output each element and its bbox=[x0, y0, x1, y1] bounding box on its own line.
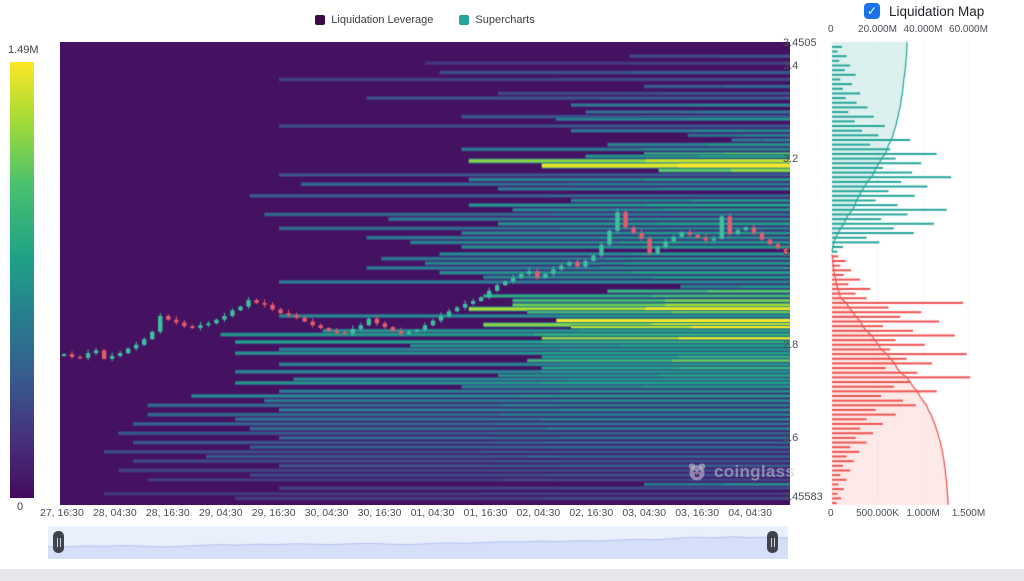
liquidation-map-axis-label: 500.000K bbox=[854, 508, 902, 519]
watermark-text: coinglass bbox=[714, 462, 795, 482]
price-tick-label: 2.8 bbox=[783, 339, 798, 351]
liquidation-heatmap-canvas[interactable] bbox=[60, 42, 790, 505]
supercharts-swatch-icon bbox=[459, 15, 469, 25]
liquidation-map-axis-label: 60.000M bbox=[945, 24, 993, 35]
time-axis: 27, 16:30 28, 04:30 28, 16:30 29, 04:30 29, … bbox=[40, 507, 772, 519]
colorbar-gradient bbox=[10, 62, 34, 498]
legend-item-supercharts[interactable]: Supercharts bbox=[459, 14, 534, 26]
liquidation-map-axis-label: 20.000M bbox=[854, 24, 902, 35]
legend-item-liquidation-leverage[interactable]: Liquidation Leverage bbox=[315, 14, 433, 26]
horizontal-scrollbar-track[interactable] bbox=[0, 569, 1024, 581]
legend-label: Liquidation Leverage bbox=[331, 14, 433, 26]
price-tick-label: 3 bbox=[783, 246, 789, 258]
liquidation-map-canvas[interactable] bbox=[830, 34, 1020, 506]
time-tick-label: 29, 04:30 bbox=[199, 507, 243, 519]
liquidation-map-axis-label: 1.500M bbox=[945, 508, 993, 519]
liquidation-map-axis-label: 1.000M bbox=[899, 508, 947, 519]
time-tick-label: 27, 16:30 bbox=[40, 507, 84, 519]
time-tick-label: 03, 16:30 bbox=[675, 507, 719, 519]
time-tick-label: 01, 04:30 bbox=[411, 507, 455, 519]
liquidation-map-toggle-label: Liquidation Map bbox=[889, 4, 984, 19]
colorbar-min-label: 0 bbox=[17, 501, 23, 513]
liquidation-heatmap-page: Liquidation Leverage Supercharts ✓ Liqui… bbox=[0, 0, 1024, 581]
coinglass-watermark: coinglass bbox=[686, 461, 795, 483]
price-tick-label: 3.4505 bbox=[783, 37, 817, 49]
navigator-left-handle[interactable] bbox=[53, 531, 64, 553]
liquidation-map-axis-label: 40.000M bbox=[899, 24, 947, 35]
checkbox-checked-icon[interactable]: ✓ bbox=[864, 3, 880, 19]
navigator-right-handle[interactable] bbox=[767, 531, 778, 553]
time-tick-label: 01, 16:30 bbox=[464, 507, 508, 519]
liquidation-map-axis-label: 0 bbox=[828, 508, 834, 519]
time-tick-label: 03, 04:30 bbox=[622, 507, 666, 519]
time-tick-label: 28, 16:30 bbox=[146, 507, 190, 519]
price-tick-label: 2.45583 bbox=[783, 491, 823, 503]
time-tick-label: 30, 04:30 bbox=[305, 507, 349, 519]
time-tick-label: 30, 16:30 bbox=[358, 507, 402, 519]
time-tick-label: 02, 04:30 bbox=[516, 507, 560, 519]
colorbar-max-label: 1.49M bbox=[8, 44, 39, 56]
liquidation-leverage-swatch-icon bbox=[315, 15, 325, 25]
price-tick-label: 3.2 bbox=[783, 153, 798, 165]
time-tick-label: 28, 04:30 bbox=[93, 507, 137, 519]
time-tick-label: 04, 04:30 bbox=[728, 507, 772, 519]
legend-label: Supercharts bbox=[475, 14, 534, 26]
price-tick-label: 2.6 bbox=[783, 432, 798, 444]
price-tick-label: 3.4 bbox=[783, 60, 798, 72]
coinglass-bear-icon bbox=[686, 461, 708, 483]
liquidation-map-toggle[interactable]: ✓ Liquidation Map bbox=[864, 3, 984, 19]
time-tick-label: 29, 16:30 bbox=[252, 507, 296, 519]
time-tick-label: 02, 16:30 bbox=[569, 507, 613, 519]
range-navigator-canvas[interactable] bbox=[48, 526, 788, 559]
chart-legend: Liquidation Leverage Supercharts bbox=[60, 14, 790, 26]
liquidation-map-axis-label: 0 bbox=[828, 24, 834, 35]
